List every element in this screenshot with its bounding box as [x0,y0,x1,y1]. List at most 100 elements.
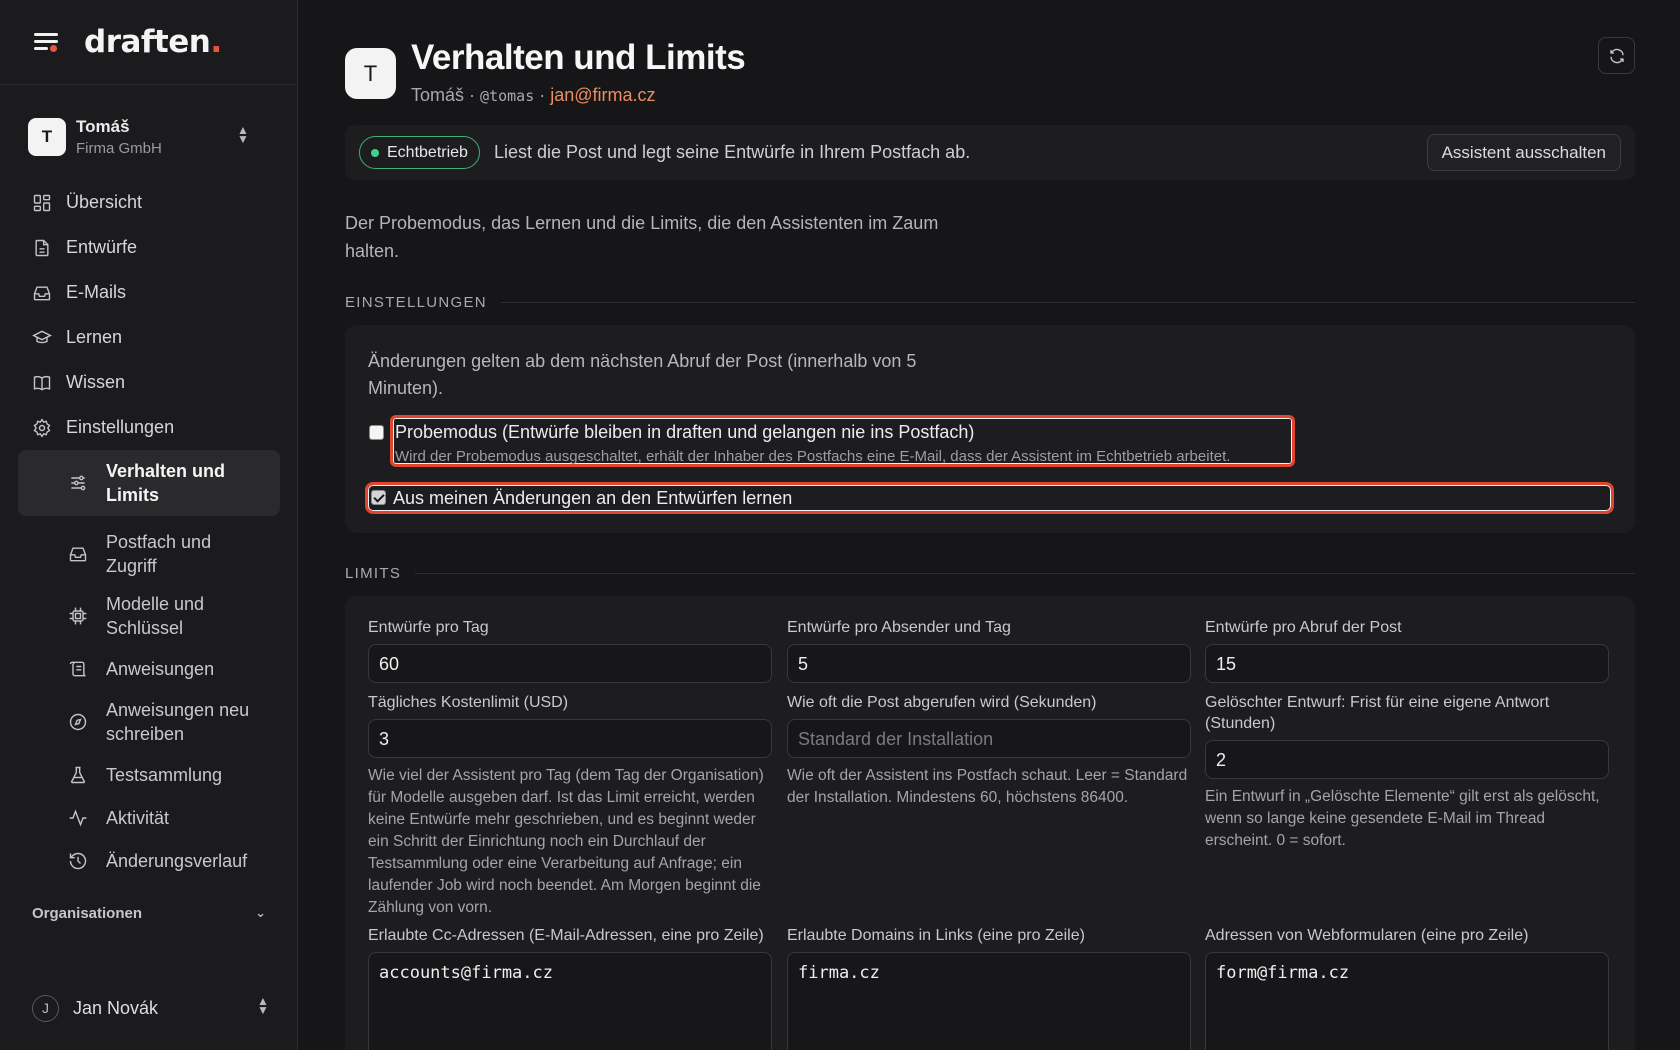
tenant-switcher[interactable]: T Tomáš Firma GmbH ▲ ▼ [24,112,276,162]
subnav-anweisungen-neu-schreiben[interactable]: Anweisungen neu schreiben [18,698,280,746]
owner-name: Tomáš [411,85,465,105]
deleted-grace-input[interactable]: 2 [1205,740,1609,779]
deleted-grace-help: Ein Entwurf in „Gelöschte Elemente“ gilt… [1205,788,1600,849]
limits-section-heading: LIMITS [345,565,1635,582]
user-name: Jan Novák [73,997,159,1018]
subnav-label: Anweisungen [106,659,215,679]
learn-option[interactable]: Aus meinen Änderungen an den Entwürfen l… [365,482,1614,514]
drafts-per-fetch-field: Entwürfe pro Abruf der Post 15 [1205,617,1609,683]
link-domains-textarea[interactable]: firma.cz [787,952,1191,1050]
cc-addresses-field: Erlaubte Cc-Adressen (E-Mail-Adressen, e… [368,925,772,1050]
dashboard-icon [33,194,51,211]
field-label: Erlaubte Cc-Adressen (E-Mail-Adressen, e… [368,927,764,944]
nav-label: Entwürfe [66,237,138,257]
sidebar: draften. T Tomáš Firma GmbH ▲ ▼ Übersicht… [0,0,298,1050]
cc-addresses-textarea[interactable]: accounts@firma.cz [368,952,772,1050]
nav-item-uebersicht[interactable]: Übersicht [18,180,280,225]
brand-header: draften. [0,0,297,85]
activity-icon [69,809,87,827]
subnav-testsammlung[interactable]: Testsammlung [18,763,280,787]
inbox-icon [69,547,87,562]
cost-limit-input[interactable]: 3 [368,719,772,758]
disable-assistant-button[interactable]: Assistent ausschalten [1426,134,1621,171]
subnav-modelle-und-schluessel[interactable]: Modelle und Schlüssel [18,592,280,640]
subnav-aktivitaet[interactable]: Aktivität [18,806,280,830]
drafts-per-fetch-input[interactable]: 15 [1205,644,1609,683]
nav-item-emails[interactable]: E-Mails [18,270,280,315]
settings-subnav: Verhalten und Limits Postfach und Zugrif… [18,450,280,873]
organisations-toggle[interactable]: Organisationen ⌄ [32,905,266,922]
refresh-button[interactable] [1598,37,1635,74]
link-domains-field: Erlaubte Domains in Links (eine pro Zeil… [787,925,1191,1050]
tenant-name: Tomáš [76,117,130,136]
compass-icon [69,713,87,731]
nav-item-entwuerfe[interactable]: Entwürfe [18,225,280,270]
settings-card: Änderungen gelten ab dem nächsten Abruf … [345,325,1635,533]
field-label: Adressen von Webformularen (eine pro Zei… [1205,927,1529,944]
settings-note: Änderungen gelten ab dem nächsten Abruf … [368,351,917,398]
drafts-per-day-field: Entwürfe pro Tag 60 [368,617,772,683]
subnav-label: Verhalten und Limits [106,461,226,505]
trial-mode-checkbox[interactable] [369,425,384,440]
chevron-down-icon: ⌄ [255,905,266,920]
field-label: Gelöschter Entwurf: Frist für eine eigen… [1205,694,1550,732]
menu-icon[interactable] [32,30,62,54]
poll-interval-input[interactable]: Standard der Installation [787,719,1191,758]
settings-section-heading: EINSTELLUNGEN [345,294,1635,311]
chevron-updown-icon: ▲ ▼ [237,123,249,146]
chip-icon [69,607,87,625]
status-badge: Echtbetrieb [359,136,480,169]
org-section-label: Organisationen [32,905,143,922]
field-label: Erlaubte Domains in Links (eine pro Zeil… [787,927,1085,944]
deleted-grace-field: Gelöschter Entwurf: Frist für eine eigen… [1205,692,1609,852]
tenant-org: Firma GmbH [76,140,162,157]
trial-mode-option[interactable]: Probemodus (Entwürfe bleiben in draften … [390,415,1295,467]
nav-label: Einstellungen [66,417,175,437]
main-content: T Verhalten und Limits Tomáš · @tomas · … [345,0,1635,1050]
poll-interval-help: Wie oft der Assistent ins Postfach schau… [787,767,1188,806]
drafts-per-sender-input[interactable]: 5 [787,644,1191,683]
intro-text: Der Probemodus, das Lernen und die Limit… [345,213,939,261]
subnav-label: Anweisungen neu schreiben [106,700,250,744]
subnav-verhalten-und-limits[interactable]: Verhalten und Limits [18,450,280,516]
tenant-avatar: T [28,118,66,156]
history-icon [69,852,87,870]
learn-checkbox[interactable] [371,490,386,505]
page-title: Verhalten und Limits [411,38,746,77]
nav-item-einstellungen[interactable]: Einstellungen [18,405,280,450]
status-bar: Echtbetrieb Liest die Post und legt sein… [345,125,1635,180]
scroll-icon [69,661,86,677]
subnav-label: Testsammlung [106,765,223,785]
subnav-label: Modelle und Schlüssel [106,594,205,638]
field-label: Entwürfe pro Tag [368,619,489,636]
status-text: Liest die Post und legt seine Entwürfe i… [493,142,971,162]
book-icon [33,375,51,391]
page-avatar: T [345,48,396,99]
logo[interactable]: draften. [84,24,222,60]
nav-item-lernen[interactable]: Lernen [18,315,280,360]
sliders-icon [71,475,86,491]
trial-mode-label: Probemodus (Entwürfe bleiben in draften … [395,422,975,442]
subnav-anweisungen[interactable]: Anweisungen [18,657,280,681]
refresh-icon [1609,48,1624,63]
nav-label: Lernen [66,327,123,347]
status-dot-icon [371,148,379,157]
field-label: Entwürfe pro Absender und Tag [787,619,1011,636]
nav-label: E-Mails [66,282,127,302]
owner-email-link[interactable]: jan@firma.cz [550,85,655,105]
subnav-label: Änderungsverlauf [106,851,248,871]
drafts-per-day-input[interactable]: 60 [368,644,772,683]
cost-limit-help: Wie viel der Assistent pro Tag (dem Tag … [368,767,764,916]
gear-icon [33,417,51,438]
graduation-cap-icon [32,330,52,343]
field-label: Wie oft die Post abgerufen wird (Sekunde… [787,694,1097,711]
webform-addresses-textarea[interactable]: form@firma.cz [1205,952,1609,1050]
subnav-aenderungsverlauf[interactable]: Änderungsverlauf [18,849,280,873]
user-avatar: J [32,994,59,1022]
field-label: Entwürfe pro Abruf der Post [1205,619,1402,636]
user-menu[interactable]: J Jan Novák ▲ ▼ [32,994,270,1022]
subnav-postfach-und-zugriff[interactable]: Postfach und Zugriff [18,530,280,578]
nav-item-wissen[interactable]: Wissen [18,360,280,405]
poll-interval-field: Wie oft die Post abgerufen wird (Sekunde… [787,692,1191,809]
flask-icon [70,766,86,784]
